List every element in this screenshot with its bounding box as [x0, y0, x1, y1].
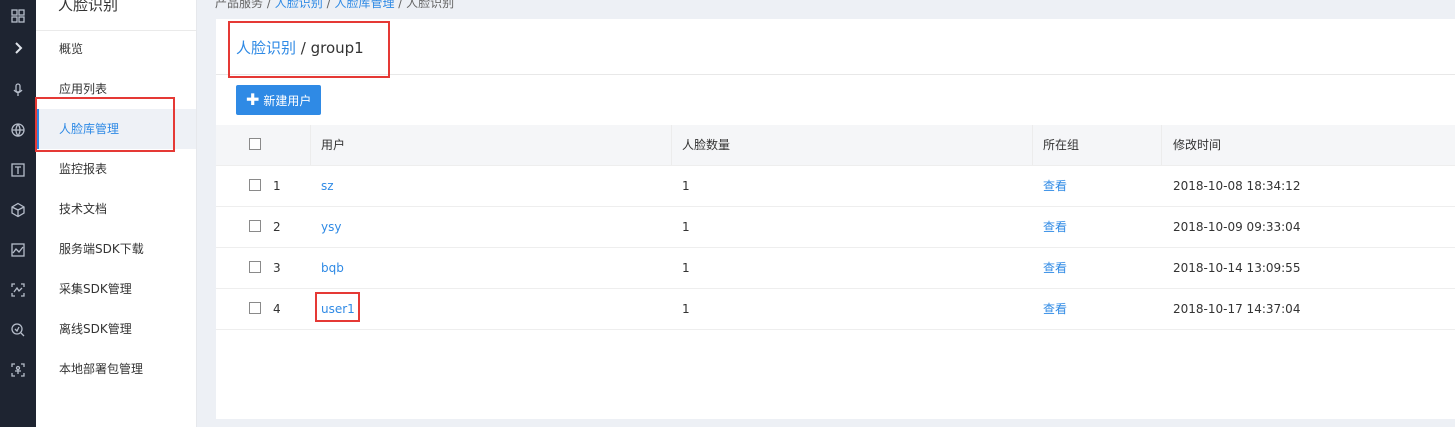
- modified-time: 2018-10-09 09:33:04: [1173, 220, 1301, 234]
- row-index: 4: [273, 302, 281, 316]
- column-divider: [1161, 125, 1162, 165]
- table-row: 2 ysy 1 查看 2018-10-09 09:33:04: [216, 207, 1455, 248]
- sidebar-title: 人脸识别: [58, 0, 119, 14]
- breadcrumb: 产品服务 / 人脸识别 / 人脸库管理 / 人脸识别: [215, 0, 454, 11]
- header-group: 所在组: [1043, 138, 1080, 152]
- sidebar-item-local-deploy[interactable]: 本地部署包管理: [36, 349, 196, 389]
- modified-time: 2018-10-14 13:09:55: [1173, 261, 1301, 275]
- header-face-count: 人脸数量: [682, 138, 731, 152]
- page-title-link[interactable]: 人脸识别: [236, 39, 296, 57]
- breadcrumb-separator: /: [266, 0, 271, 10]
- breadcrumb-face-library[interactable]: 人脸库管理: [334, 0, 394, 10]
- column-divider: [671, 125, 672, 165]
- sidebar-item-overview[interactable]: 概览: [36, 29, 196, 69]
- view-group-link[interactable]: 查看: [1043, 289, 1067, 329]
- breadcrumb-root[interactable]: 产品服务: [215, 0, 263, 10]
- row-checkbox[interactable]: [249, 220, 261, 232]
- user-link[interactable]: sz: [321, 166, 334, 206]
- cube-icon[interactable]: [0, 192, 36, 228]
- user-link[interactable]: ysy: [321, 207, 341, 247]
- column-divider: [310, 125, 311, 165]
- main-panel: 人脸识别 / group1 ✚ 新建用户 用户 人脸数量 所在组 修改时间 1 …: [216, 19, 1455, 419]
- modified-time: 2018-10-17 14:37:04: [1173, 302, 1301, 316]
- breadcrumb-separator: /: [326, 0, 331, 10]
- icon-rail: [0, 0, 36, 427]
- view-group-link[interactable]: 查看: [1043, 207, 1067, 247]
- face-count: 1: [682, 179, 690, 193]
- page-title: 人脸识别 / group1: [236, 37, 364, 58]
- face-scan-icon[interactable]: [0, 272, 36, 308]
- column-divider: [1032, 125, 1033, 165]
- table-row: 1 sz 1 查看 2018-10-08 18:34:12: [216, 166, 1455, 207]
- row-checkbox[interactable]: [249, 179, 261, 191]
- face-search-icon[interactable]: [0, 312, 36, 348]
- new-user-button[interactable]: ✚ 新建用户: [236, 85, 322, 115]
- user-link[interactable]: user1: [321, 289, 355, 329]
- title-divider: [216, 74, 1455, 75]
- breadcrumb-face-recognition[interactable]: 人脸识别: [275, 0, 323, 10]
- header-user: 用户: [321, 138, 346, 152]
- page-title-group: group1: [310, 39, 364, 57]
- page-title-separator: /: [296, 39, 311, 57]
- text-icon[interactable]: [0, 152, 36, 188]
- row-checkbox[interactable]: [249, 261, 261, 273]
- sidebar-item-server-sdk[interactable]: 服务端SDK下载: [36, 229, 196, 269]
- user-link[interactable]: bqb: [321, 248, 344, 288]
- breadcrumb-separator: /: [398, 0, 403, 10]
- face-count: 1: [682, 261, 690, 275]
- sidebar: 人脸识别 概览 应用列表 人脸库管理 监控报表 技术文档 服务端SDK下载 采集…: [36, 0, 197, 427]
- sidebar-item-docs[interactable]: 技术文档: [36, 189, 196, 229]
- breadcrumb-current: 人脸识别: [406, 0, 455, 10]
- plus-icon: ✚: [246, 90, 260, 109]
- view-group-link[interactable]: 查看: [1043, 248, 1067, 288]
- view-group-link[interactable]: 查看: [1043, 166, 1067, 206]
- table-row: 3 bqb 1 查看 2018-10-14 13:09:55: [216, 248, 1455, 289]
- row-checkbox[interactable]: [249, 302, 261, 314]
- row-index: 2: [273, 220, 281, 234]
- sidebar-item-monitor-report[interactable]: 监控报表: [36, 149, 196, 189]
- select-all-checkbox[interactable]: [249, 138, 261, 150]
- chevron-right-icon[interactable]: [0, 30, 36, 66]
- modified-time: 2018-10-08 18:34:12: [1173, 179, 1301, 193]
- globe-icon[interactable]: [0, 112, 36, 148]
- chart-icon[interactable]: [0, 232, 36, 268]
- sidebar-item-face-library[interactable]: 人脸库管理: [36, 109, 196, 149]
- sidebar-item-capture-sdk[interactable]: 采集SDK管理: [36, 269, 196, 309]
- grid-icon[interactable]: [0, 0, 36, 34]
- table-row: 4 user1 1 查看 2018-10-17 14:37:04: [216, 289, 1455, 330]
- header-modified-time: 修改时间: [1173, 138, 1222, 152]
- body-scan-icon[interactable]: [0, 352, 36, 388]
- face-count: 1: [682, 220, 690, 234]
- sidebar-item-app-list[interactable]: 应用列表: [36, 69, 196, 109]
- table-header: 用户 人脸数量 所在组 修改时间: [216, 125, 1455, 166]
- face-count: 1: [682, 302, 690, 316]
- row-index: 1: [273, 179, 281, 193]
- new-user-label: 新建用户: [263, 93, 312, 108]
- microphone-icon[interactable]: [0, 72, 36, 108]
- row-index: 3: [273, 261, 281, 275]
- user-table: 用户 人脸数量 所在组 修改时间 1 sz 1 查看 2018-10-08 18…: [216, 125, 1455, 330]
- sidebar-item-offline-sdk[interactable]: 离线SDK管理: [36, 309, 196, 349]
